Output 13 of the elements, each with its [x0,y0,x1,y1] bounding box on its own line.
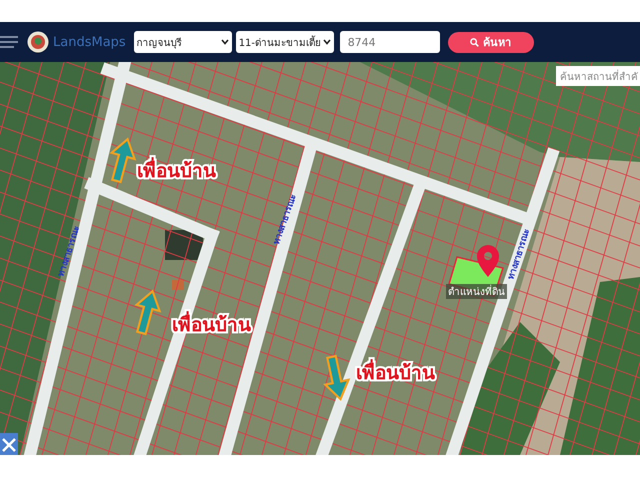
parcel-number-field[interactable]: 8744 [340,31,440,53]
caret-icon [220,39,229,45]
place-search-field[interactable]: ค้นหาสถานที่สำคั [556,66,640,86]
search-button[interactable]: ค้นหา [448,32,534,52]
search-icon [470,38,480,46]
brand-name: LandsMaps [53,34,126,50]
emblem-logo-icon [27,31,49,53]
parcel-location-label: ตำแหน่งที่ดิน [446,284,507,299]
caret-icon [323,39,332,45]
district-dropdown[interactable]: 11-ด่านมะขามเตี้ย [236,31,334,53]
location-pin-icon [477,245,499,277]
province-dropdown[interactable]: กาญจนบุรี [134,31,232,53]
menu-icon[interactable] [0,35,18,49]
